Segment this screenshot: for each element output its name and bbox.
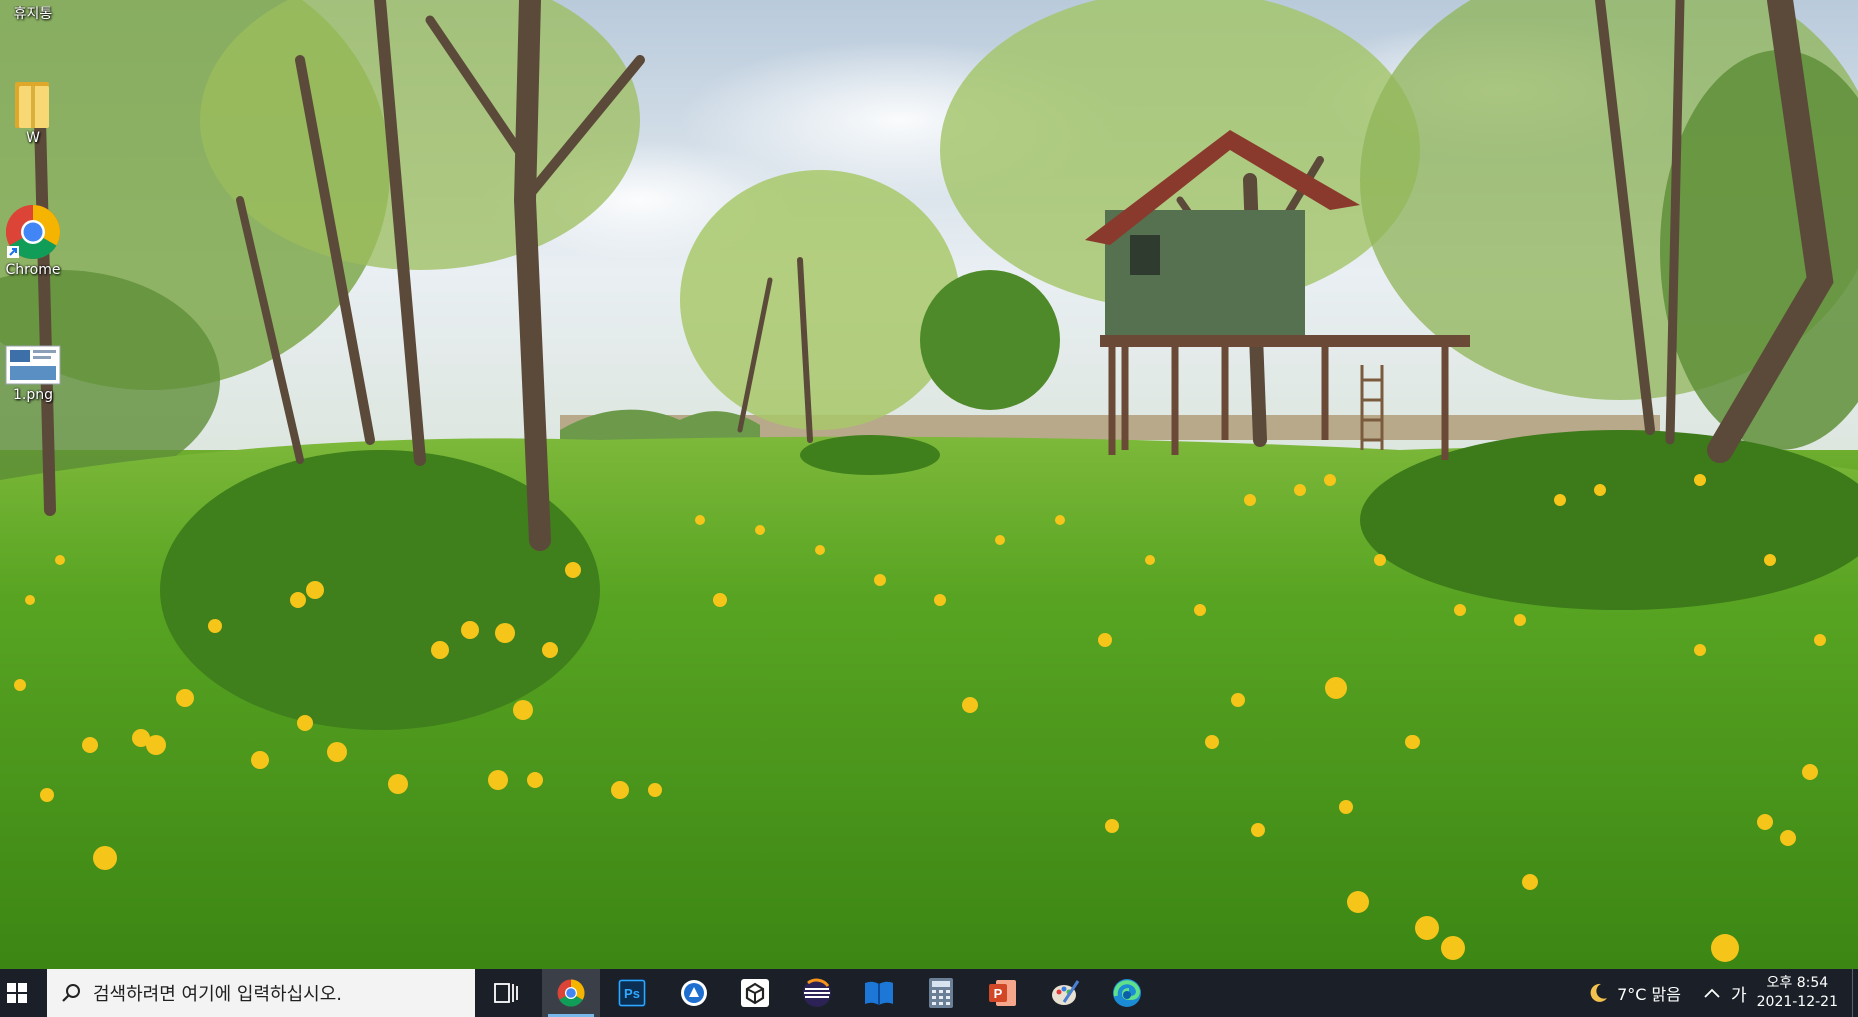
- desktop-icon-recycle-bin[interactable]: 휴지통: [0, 6, 66, 23]
- taskbar-app-reader[interactable]: [850, 969, 908, 1017]
- taskbar: 검색하려면 여기에 입력하십시오. Ps P 7°C 맑음 가 오후 8:54 …: [0, 969, 1858, 1017]
- image-file-icon: [5, 345, 61, 385]
- chrome-icon: [557, 979, 585, 1007]
- desktop-icon-folder[interactable]: W: [0, 78, 66, 147]
- svg-text:P: P: [994, 986, 1003, 1001]
- desktop-icon-label: W: [26, 130, 40, 146]
- search-placeholder: 검색하려면 여기에 입력하십시오.: [93, 984, 343, 1005]
- taskbar-app-blue[interactable]: [665, 969, 723, 1017]
- weather-widget[interactable]: 7°C 맑음: [1587, 981, 1681, 1005]
- taskbar-app-paint[interactable]: [1036, 969, 1094, 1017]
- taskbar-app-photoshop[interactable]: Ps: [603, 969, 661, 1017]
- eclipse-icon: [803, 978, 831, 1007]
- clock[interactable]: 오후 8:54 2021-12-21: [1757, 974, 1838, 1012]
- desktop-icon-image-file[interactable]: 1.png: [0, 345, 66, 404]
- chevron-up-icon[interactable]: [1703, 987, 1721, 999]
- taskbar-app-unity[interactable]: [726, 969, 784, 1017]
- taskbar-app-calculator[interactable]: [912, 969, 970, 1017]
- search-icon: [62, 984, 80, 1002]
- task-view-icon: [494, 983, 518, 1003]
- taskbar-app-chrome[interactable]: [542, 969, 600, 1017]
- start-button[interactable]: [0, 969, 34, 1017]
- desktop-icon-label: 1.png: [12, 387, 53, 403]
- weather-text: 7°C 맑음: [1617, 985, 1681, 1004]
- task-view-button[interactable]: [477, 969, 535, 1017]
- desktop-icon-label: 휴지통: [13, 6, 53, 22]
- taskbar-app-eclipse[interactable]: [788, 969, 846, 1017]
- show-desktop-button[interactable]: [1852, 969, 1858, 1017]
- unity-icon: [741, 979, 769, 1007]
- windows-icon: [7, 983, 27, 1003]
- powerpoint-icon: P: [989, 980, 1016, 1006]
- taskbar-app-powerpoint[interactable]: P: [974, 969, 1032, 1017]
- desktop-icon-chrome[interactable]: Chrome: [0, 202, 66, 279]
- desktop-icon-label: Chrome: [5, 262, 61, 278]
- paint-icon: [1052, 980, 1080, 1005]
- ime-indicator[interactable]: 가: [1731, 981, 1747, 1006]
- chrome-icon: [5, 205, 61, 260]
- folder-icon: [15, 82, 49, 128]
- blue-app-icon: [681, 980, 707, 1006]
- wallpaper: [0, 0, 1858, 969]
- clock-date: 2021-12-21: [1756, 994, 1838, 1010]
- photoshop-icon: Ps: [618, 979, 646, 1007]
- taskbar-search-box[interactable]: 검색하려면 여기에 입력하십시오.: [47, 969, 475, 1017]
- taskbar-app-edge[interactable]: [1098, 969, 1156, 1017]
- book-icon: [865, 981, 893, 1005]
- svg-text:Ps: Ps: [624, 986, 640, 1001]
- desktop[interactable]: 휴지통 W Chrome 1.png: [0, 0, 1858, 969]
- calculator-icon: [929, 978, 953, 1008]
- edge-icon: [1113, 979, 1141, 1007]
- system-tray: 7°C 맑음 가 오후 8:54 2021-12-21: [1587, 969, 1858, 1017]
- clock-time: 오후 8:54: [1766, 975, 1829, 991]
- moon-icon: [1590, 983, 1608, 1002]
